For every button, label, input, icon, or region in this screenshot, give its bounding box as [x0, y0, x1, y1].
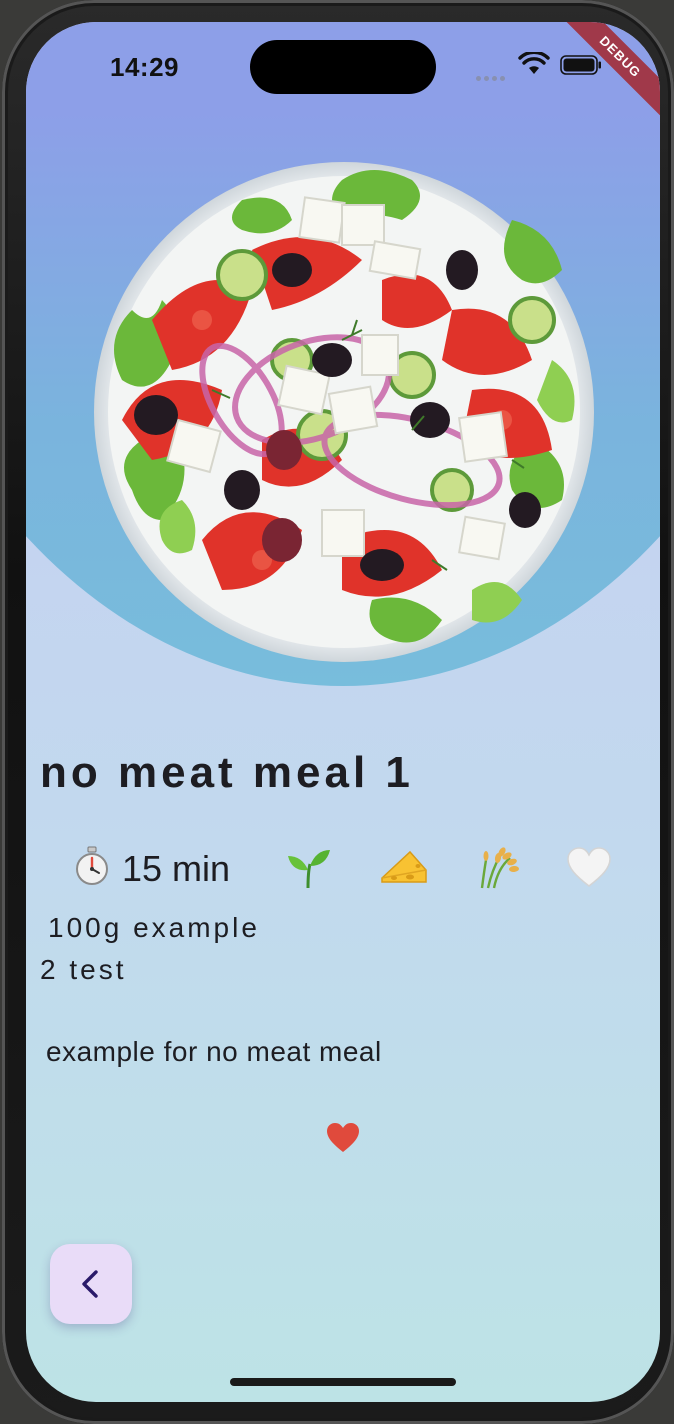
sprout-icon [288, 850, 330, 889]
grain-icon [480, 847, 519, 889]
favorite-heart-icon[interactable] [326, 1122, 360, 1154]
wifi-icon [518, 52, 550, 74]
screen: 14:29 DEBUG no meat meal 1 15 min 100g e… [26, 22, 660, 1402]
recipe-title: no meat meal 1 [40, 748, 414, 797]
recipe-description: example for no meat meal [46, 1036, 382, 1067]
dynamic-island [250, 40, 436, 94]
recipe-info-row: 15 min [74, 842, 634, 892]
white-heart-icon [567, 847, 611, 887]
back-button[interactable] [50, 1244, 132, 1324]
battery-icon [560, 55, 601, 75]
signal-dots-icon [476, 68, 516, 81]
cook-time: 15 min [122, 848, 231, 889]
status-time: 14:29 [110, 52, 179, 82]
timer-icon [76, 846, 108, 885]
dish-image [94, 162, 594, 662]
cheese-icon [381, 850, 427, 883]
home-indicator[interactable] [230, 1378, 456, 1386]
ingredient-item: 100g example [48, 912, 260, 943]
ingredient-item: 2 test [40, 954, 127, 985]
chevron-left-icon [82, 1270, 98, 1298]
